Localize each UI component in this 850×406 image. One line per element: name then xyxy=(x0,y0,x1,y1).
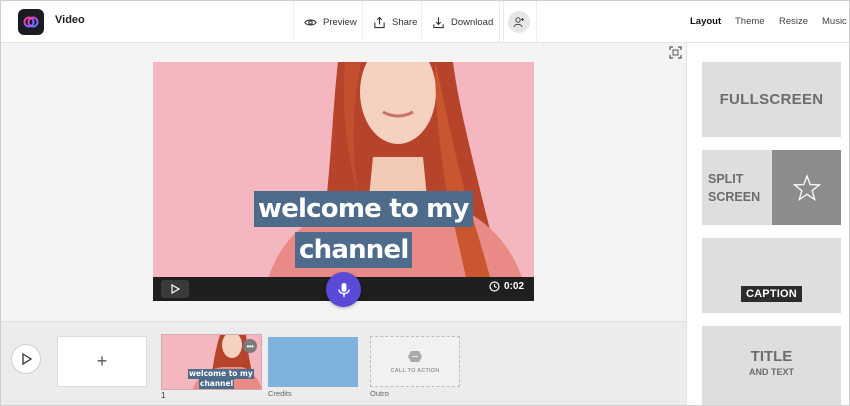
add-person-icon xyxy=(513,17,524,28)
timeline-clip-outro[interactable]: CALL TO ACTION xyxy=(370,336,460,387)
app-window: Video Preview Share Download Layout Them… xyxy=(0,0,850,406)
share-button[interactable]: Share xyxy=(362,1,427,43)
video-frame[interactable]: welcome to my channel xyxy=(153,62,534,301)
star-icon xyxy=(792,173,821,201)
layout-label-and-text: AND TEXT xyxy=(749,367,794,377)
layout-label-title: TITLE xyxy=(750,348,793,365)
app-logo-icon[interactable] xyxy=(18,9,44,35)
share-label: Share xyxy=(392,16,418,28)
clip-caption-line-1: welcome to my xyxy=(188,369,254,379)
play-button[interactable] xyxy=(161,280,189,298)
outro-placeholder: CALL TO ACTION xyxy=(390,367,440,374)
fit-screen-icon[interactable] xyxy=(669,46,682,59)
layout-option-caption[interactable]: CAPTION xyxy=(702,238,841,313)
preview-label: Preview xyxy=(323,16,357,28)
top-bar: Video Preview Share Download Layout Them… xyxy=(1,1,849,43)
duration-text: 0:02 xyxy=(503,281,524,292)
eye-icon xyxy=(304,19,317,25)
call-to-action-icon xyxy=(408,350,422,362)
tab-resize[interactable]: Resize xyxy=(779,16,808,27)
clip-label-credits: Credits xyxy=(268,389,292,398)
caption-line-2[interactable]: channel xyxy=(295,232,413,268)
timeline-clip-credits[interactable] xyxy=(268,337,358,387)
add-clip-button[interactable]: + xyxy=(57,336,147,387)
caption-line-1[interactable]: welcome to my xyxy=(254,191,473,227)
timeline-play-button[interactable] xyxy=(11,344,41,374)
tab-music[interactable]: Music xyxy=(822,16,847,27)
clip-label-outro: Outro xyxy=(370,389,389,398)
layout-label-fullscreen: FULLSCREEN xyxy=(719,91,824,108)
download-label: Download xyxy=(451,16,494,28)
split-line-1: SPLIT xyxy=(708,172,744,186)
share-icon xyxy=(374,16,385,28)
invite-collaborator-button[interactable] xyxy=(508,11,530,33)
layout-label-caption: CAPTION xyxy=(741,286,802,302)
clip-options-icon[interactable]: ••• xyxy=(243,339,257,353)
app-title: Video xyxy=(55,14,85,26)
layout-label-split: SPLIT SCREEN xyxy=(708,170,760,206)
layout-option-fullscreen[interactable]: FULLSCREEN xyxy=(702,62,841,137)
split-image-placeholder xyxy=(772,150,841,225)
timeline-clip-1[interactable]: ••• welcome to my channel xyxy=(161,334,262,390)
download-button[interactable]: Download xyxy=(421,1,505,43)
microphone-icon xyxy=(337,282,350,297)
clip-number: 1 xyxy=(161,391,166,400)
tab-theme[interactable]: Theme xyxy=(735,16,765,27)
clip-caption-line-2: channel xyxy=(199,379,235,389)
split-line-2: SCREEN xyxy=(708,190,761,204)
play-icon xyxy=(21,353,32,365)
record-voice-button[interactable] xyxy=(326,272,361,307)
duration-display: 0:02 xyxy=(489,281,524,292)
preview-button[interactable]: Preview xyxy=(293,1,367,43)
play-icon xyxy=(171,284,180,294)
layout-option-split-screen[interactable]: SPLIT SCREEN xyxy=(702,150,841,225)
clock-icon xyxy=(489,281,500,292)
layout-option-title[interactable]: TITLE AND TEXT xyxy=(702,326,841,405)
tab-layout[interactable]: Layout xyxy=(690,16,721,27)
download-icon xyxy=(433,16,444,28)
